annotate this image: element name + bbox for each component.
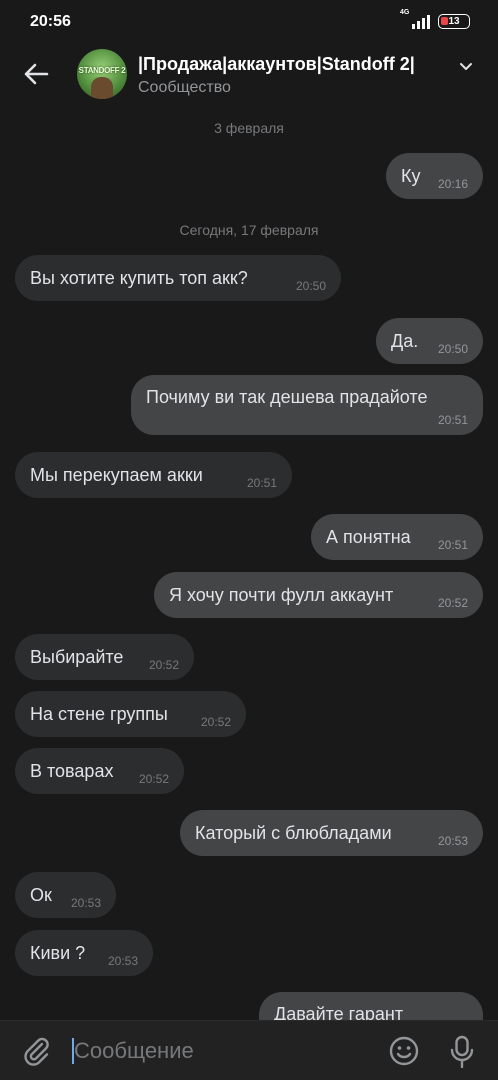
chat-subtitle: Сообщество bbox=[138, 79, 231, 96]
message-text: Мы перекупаем акки bbox=[30, 464, 203, 485]
message-text: Выбирайте bbox=[30, 646, 124, 667]
date-separator: Сегодня, 17 февраля bbox=[179, 222, 319, 238]
back-button[interactable] bbox=[18, 58, 54, 90]
network-type: 4G bbox=[400, 9, 410, 16]
message-text: На стене группы bbox=[30, 703, 168, 724]
message-time: 20:53 bbox=[437, 834, 468, 848]
message-input[interactable] bbox=[74, 1034, 364, 1068]
message-time: 20:52 bbox=[148, 658, 179, 672]
message-text: В товарах bbox=[30, 760, 114, 781]
message-text: Ку bbox=[401, 165, 421, 186]
message-bubble-incoming[interactable]: Мы перекупаем акки 20:51 bbox=[15, 452, 292, 498]
message-time: 20:53 bbox=[70, 896, 101, 910]
message-text: Я хочу почти фулл аккаунт bbox=[169, 584, 394, 605]
message-bubble-outgoing[interactable]: Я хочу почти фулл аккаунт 20:52 bbox=[154, 572, 483, 618]
message-bubble-outgoing[interactable]: Ку 20:16 bbox=[386, 153, 483, 199]
message-bubble-outgoing[interactable]: А понятна 20:51 bbox=[311, 514, 483, 560]
message-bubble-outgoing[interactable]: Почиму ви так дешева прадайоте 20:51 bbox=[131, 375, 483, 435]
signal-icon: 4G bbox=[400, 9, 430, 29]
status-bar: 20:56 4G 13 bbox=[0, 0, 498, 44]
battery-icon: 13 bbox=[438, 13, 470, 29]
message-time: 20:53 bbox=[107, 954, 138, 968]
message-time: 20:50 bbox=[437, 342, 468, 356]
message-time: 20:52 bbox=[200, 715, 231, 729]
status-icons: 4G 13 bbox=[400, 9, 470, 29]
message-text: Киви ? bbox=[30, 942, 86, 963]
message-text: А понятна bbox=[326, 526, 411, 547]
avatar-logo-text: STANDOFF 2 bbox=[78, 66, 126, 75]
chevron-down-icon[interactable] bbox=[458, 58, 474, 74]
message-bubble-incoming[interactable]: Ок 20:53 bbox=[15, 872, 116, 918]
message-bubble-incoming[interactable]: Вы хотите купить топ акк? 20:50 bbox=[15, 255, 341, 301]
date-separator: 3 февраля bbox=[214, 120, 284, 136]
message-bubble-incoming[interactable]: В товарах 20:52 bbox=[15, 748, 184, 794]
arrow-left-icon bbox=[24, 63, 49, 85]
chat-header: STANDOFF 2 |Продажа|аккаунтов|Standoff 2… bbox=[0, 44, 498, 106]
message-time: 20:51 bbox=[246, 476, 277, 490]
message-text: Да. bbox=[391, 330, 419, 351]
smile-icon[interactable] bbox=[388, 1035, 420, 1067]
message-bubble-incoming[interactable]: Выбирайте 20:52 bbox=[15, 634, 194, 680]
message-time: 20:16 bbox=[437, 177, 468, 191]
message-bubble-incoming[interactable]: На стене группы 20:52 bbox=[15, 691, 246, 737]
message-time: 20:50 bbox=[295, 279, 326, 293]
chat-title[interactable]: |Продажа|аккаунтов|Standoff 2| bbox=[138, 54, 415, 75]
message-time: 20:51 bbox=[437, 413, 468, 427]
message-text: Каторый с блюбладами bbox=[195, 822, 392, 843]
message-time: 20:52 bbox=[138, 772, 169, 786]
battery-level: 13 bbox=[448, 15, 460, 27]
message-time: 20:52 bbox=[437, 596, 468, 610]
message-bubble-incoming[interactable]: Киви ? 20:53 bbox=[15, 930, 153, 976]
paperclip-icon[interactable] bbox=[20, 1035, 52, 1067]
message-time: 20:51 bbox=[437, 538, 468, 552]
message-text: Вы хотите купить топ акк? bbox=[30, 267, 248, 288]
message-bubble-outgoing[interactable]: Каторый с блюбладами 20:53 bbox=[180, 810, 483, 856]
message-text: Почиму ви так дешева прадайоте bbox=[146, 387, 428, 407]
status-time: 20:56 bbox=[30, 13, 71, 30]
avatar[interactable]: STANDOFF 2 bbox=[77, 49, 127, 99]
message-bubble-outgoing[interactable]: Да. 20:50 bbox=[376, 318, 483, 364]
microphone-icon[interactable] bbox=[448, 1035, 476, 1069]
message-text: Ок bbox=[30, 884, 52, 905]
message-composer bbox=[0, 1020, 498, 1080]
